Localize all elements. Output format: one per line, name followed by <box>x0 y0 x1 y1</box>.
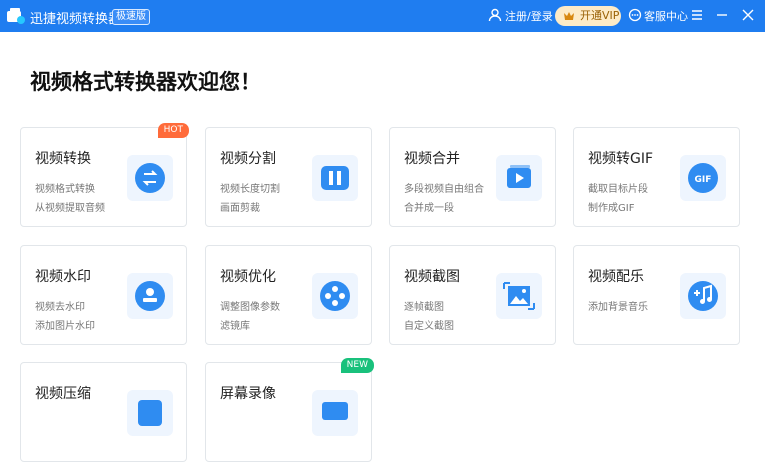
card-desc: 逐帧截图 <box>404 302 444 313</box>
card-video-convert[interactable]: HOT 视频转换 视频格式转换 从视频提取音频 <box>20 123 189 227</box>
card-title: 视频水印 <box>35 269 91 285</box>
card-desc: 滤镜库 <box>220 321 250 332</box>
card-title: 视频配乐 <box>588 269 644 285</box>
card-desc: 视频去水印 <box>35 302 85 313</box>
svg-text:GIF: GIF <box>695 175 712 185</box>
card-desc: 添加图片水印 <box>35 321 95 332</box>
welcome-heading: 视频格式转换器欢迎您！ <box>30 70 261 94</box>
card-video-optimize[interactable]: 视频优化 调整图像参数 滤镜库 <box>205 245 372 345</box>
card-desc: 制作成GIF <box>588 203 635 214</box>
card-title: 屏幕录像 <box>220 386 276 402</box>
vip-label: 开通VIP <box>580 9 620 22</box>
card-video-to-gif[interactable]: 视频转GIF 截取目标片段 制作成GIF GIF <box>573 127 740 227</box>
minimize-icon[interactable] <box>715 8 729 22</box>
screen-record-icon <box>312 390 358 436</box>
hot-badge: HOT <box>157 123 189 138</box>
card-title: 视频压缩 <box>35 386 91 402</box>
card-title: 视频分割 <box>220 151 276 167</box>
compress-icon <box>127 390 173 436</box>
app-title: 迅捷视频转换器 <box>30 12 122 27</box>
card-desc: 添加背景音乐 <box>588 302 648 313</box>
card-desc: 从视频提取音频 <box>35 203 105 214</box>
card-desc: 调整图像参数 <box>220 302 280 313</box>
card-screen-record[interactable]: NEW 屏幕录像 <box>205 358 374 462</box>
card-video-screenshot[interactable]: 视频截图 逐帧截图 自定义截图 <box>389 245 556 345</box>
card-title: 视频转GIF <box>588 151 654 167</box>
swap-arrows-icon <box>127 155 173 201</box>
card-desc: 多段视频自由组合 <box>404 184 484 195</box>
chat-icon <box>628 8 642 22</box>
music-add-icon <box>680 273 726 319</box>
card-desc: 自定义截图 <box>404 321 454 332</box>
card-desc: 视频格式转换 <box>35 184 95 195</box>
card-title: 视频合并 <box>404 151 460 167</box>
card-video-split[interactable]: 视频分割 视频长度切割 画面剪裁 <box>205 127 372 227</box>
card-desc: 合并成一段 <box>404 203 454 214</box>
card-desc: 截取目标片段 <box>588 184 648 195</box>
crown-icon <box>564 12 574 20</box>
service-center-link[interactable]: 客服中心 <box>644 8 688 24</box>
card-title: 视频截图 <box>404 269 460 285</box>
split-icon <box>312 155 358 201</box>
menu-icon[interactable] <box>690 8 704 22</box>
card-title: 视频优化 <box>220 269 276 285</box>
gif-icon: GIF <box>680 155 726 201</box>
film-reel-icon <box>312 273 358 319</box>
new-badge: NEW <box>340 358 374 373</box>
user-icon <box>488 8 502 22</box>
login-link[interactable]: 注册/登录 <box>505 8 553 24</box>
version-badge: 极速版 <box>112 9 150 25</box>
card-video-watermark[interactable]: 视频水印 视频去水印 添加图片水印 <box>20 245 187 345</box>
card-desc: 画面剪裁 <box>220 203 260 214</box>
merge-play-icon <box>496 155 542 201</box>
card-title: 视频转换 <box>35 151 91 167</box>
card-video-merge[interactable]: 视频合并 多段视频自由组合 合并成一段 <box>389 127 556 227</box>
card-video-compress[interactable]: 视频压缩 <box>20 362 187 462</box>
stamp-icon <box>127 273 173 319</box>
card-desc: 视频长度切割 <box>220 184 280 195</box>
title-bar: 迅捷视频转换器 极速版 注册/登录 开通VIP 客服中心 <box>0 0 765 32</box>
vip-button[interactable]: 开通VIP <box>555 6 621 26</box>
image-crop-icon <box>496 273 542 319</box>
app-logo-icon <box>7 8 25 24</box>
card-video-music[interactable]: 视频配乐 添加背景音乐 <box>573 245 740 345</box>
close-icon[interactable] <box>741 8 755 22</box>
